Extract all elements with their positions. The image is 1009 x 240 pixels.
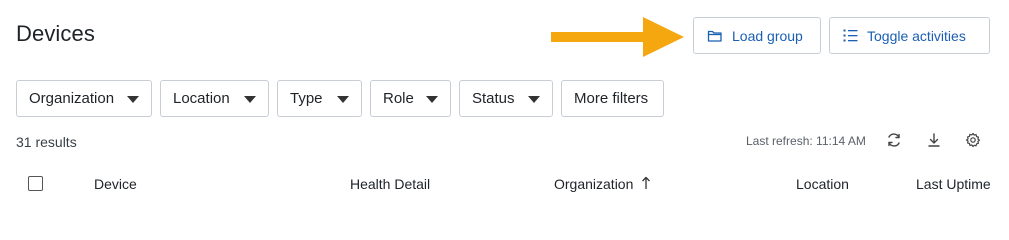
filter-label: Location	[173, 90, 230, 107]
load-group-button[interactable]: Load group	[693, 17, 821, 54]
more-filters-button[interactable]: More filters	[561, 80, 664, 117]
table-header-row: Device Health Detail Organization Locati…	[0, 168, 1009, 201]
settings-gear-icon[interactable]	[964, 131, 982, 149]
filter-type-dropdown[interactable]: Type	[277, 80, 362, 117]
refresh-icon[interactable]	[885, 131, 903, 149]
filter-organization-dropdown[interactable]: Organization	[16, 80, 152, 117]
folder-icon	[707, 29, 723, 43]
download-icon[interactable]	[925, 131, 943, 149]
column-header-location[interactable]: Location	[796, 176, 849, 192]
column-header-organization[interactable]: Organization	[554, 176, 651, 193]
more-filters-label: More filters	[574, 90, 649, 107]
last-refresh-text: Last refresh: 11:14 AM	[746, 134, 866, 148]
caret-down-icon	[337, 96, 349, 103]
select-all-checkbox[interactable]	[28, 176, 43, 191]
load-group-label: Load group	[732, 27, 803, 44]
caret-down-icon	[426, 96, 438, 103]
filter-label: Type	[290, 90, 323, 107]
column-label: Last Uptime	[916, 176, 991, 192]
filter-label: Organization	[29, 90, 115, 107]
column-header-device[interactable]: Device	[94, 176, 137, 192]
filter-role-dropdown[interactable]: Role	[370, 80, 451, 117]
column-label: Organization	[554, 176, 634, 192]
filter-label: Status	[472, 90, 515, 107]
filter-location-dropdown[interactable]: Location	[160, 80, 269, 117]
page-title: Devices	[16, 21, 95, 46]
list-icon	[843, 29, 858, 42]
column-label: Health Detail	[350, 176, 431, 192]
caret-down-icon	[127, 96, 139, 103]
column-label: Device	[94, 176, 137, 192]
callout-arrow-icon	[551, 17, 684, 57]
results-count: 31 results	[16, 134, 77, 150]
column-header-health-detail[interactable]: Health Detail	[350, 176, 430, 192]
toggle-activities-button[interactable]: Toggle activities	[829, 17, 990, 54]
sort-ascending-icon	[641, 176, 651, 193]
caret-down-icon	[244, 96, 256, 103]
toggle-activities-label: Toggle activities	[867, 27, 966, 44]
column-label: Location	[796, 176, 849, 192]
column-header-last-uptime[interactable]: Last Uptime	[916, 176, 991, 192]
filter-label: Role	[383, 90, 414, 107]
filter-status-dropdown[interactable]: Status	[459, 80, 553, 117]
caret-down-icon	[528, 96, 540, 103]
